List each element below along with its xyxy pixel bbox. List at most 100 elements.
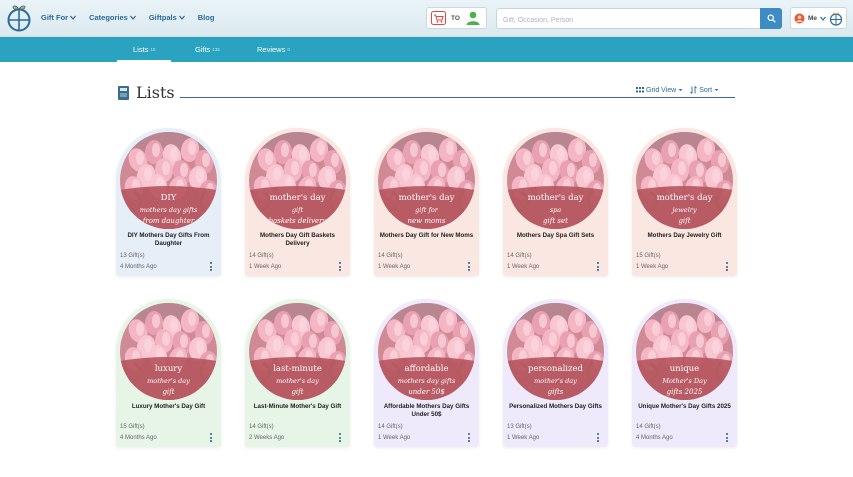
list-card[interactable]: personalized mother's day gifts Personaliz… bbox=[503, 299, 608, 447]
gift-icon bbox=[829, 11, 843, 26]
list-card-title[interactable]: Mothers Day Spa Gift Sets bbox=[507, 232, 604, 240]
list-card[interactable]: affordable mothers day gifts under 50$ Aff… bbox=[374, 299, 479, 447]
tab-reviews-label: Reviews bbox=[257, 45, 286, 54]
profile-tabs: Lists 10 Gifts 135 Reviews 0 bbox=[0, 37, 853, 62]
list-card-title[interactable]: Personalized Mothers Day Gifts bbox=[507, 403, 604, 411]
image-overlay-text: mother's day bbox=[528, 193, 584, 203]
list-card-title[interactable]: Last-Minute Mother's Day Gift bbox=[249, 403, 346, 411]
more-options-icon[interactable] bbox=[468, 262, 471, 271]
list-card-title[interactable]: Luxury Mother's Day Gift bbox=[120, 403, 217, 411]
image-overlay-text: gift bbox=[292, 206, 304, 214]
me-label: Me bbox=[808, 14, 818, 22]
tab-lists-count: 10 bbox=[150, 47, 156, 52]
image-overlay-text: under 50$ bbox=[408, 388, 445, 396]
tab-reviews[interactable]: Reviews 0 bbox=[257, 37, 290, 62]
image-overlay-text: mother's day bbox=[147, 377, 190, 385]
list-card[interactable]: mother's day spa gift set Mothers Day Spa … bbox=[503, 128, 608, 276]
more-options-icon[interactable] bbox=[210, 262, 213, 271]
image-overlay-text: DIY bbox=[161, 193, 177, 203]
more-options-icon[interactable] bbox=[468, 433, 471, 442]
list-card-image: luxury mother's day gift bbox=[120, 303, 217, 400]
more-options-icon[interactable] bbox=[339, 262, 342, 271]
image-overlay-text: gifts bbox=[548, 388, 564, 396]
image-overlay-text: mother's day bbox=[270, 193, 326, 203]
view-controls: Grid View Sort bbox=[636, 86, 719, 94]
nav-categories[interactable]: Categories bbox=[89, 13, 136, 22]
list-card-image: unique Mother's Day gifts 2025 bbox=[636, 303, 733, 400]
image-overlay-text: gift bbox=[162, 388, 174, 396]
more-options-icon[interactable] bbox=[597, 433, 600, 442]
tab-gifts[interactable]: Gifts 135 bbox=[195, 37, 220, 62]
nav-blog[interactable]: Blog bbox=[198, 13, 215, 22]
list-card[interactable]: luxury mother's day gift Luxury Mother's D… bbox=[116, 299, 221, 447]
top-bar: Gift For Categories Giftpals Blog TO Gif… bbox=[0, 0, 853, 37]
list-card-image: mother's day jewelry gift bbox=[636, 132, 733, 229]
search-input[interactable] bbox=[497, 11, 757, 30]
list-card-title[interactable]: DIY Mothers Day Gifts From Daughter bbox=[120, 232, 217, 248]
list-card[interactable]: mother's day gift for new moms Mothers Day… bbox=[374, 128, 479, 276]
list-card-time: 1 Week Ago bbox=[636, 264, 669, 270]
image-overlay-text: gift bbox=[678, 217, 690, 225]
list-card-count: 14 Gift(s) bbox=[249, 424, 274, 430]
nav-blog-label: Blog bbox=[197, 13, 215, 22]
list-card-count: 14 Gift(s) bbox=[378, 424, 403, 430]
logo-icon[interactable] bbox=[6, 3, 32, 33]
list-card-count: 15 Gift(s) bbox=[120, 424, 145, 430]
list-card-time: 2 Weeks Ago bbox=[249, 435, 285, 441]
image-overlay-text: jewelry bbox=[670, 206, 696, 214]
page-title: Lists bbox=[136, 83, 175, 102]
image-overlay-text: mothers day gifts bbox=[398, 377, 456, 385]
list-card-time: 1 Week Ago bbox=[507, 435, 540, 441]
image-overlay-text: mothers day gifts bbox=[140, 206, 198, 214]
tab-gifts-label: Gifts bbox=[195, 45, 211, 54]
chevron-down-icon bbox=[820, 16, 826, 21]
cart-to-button[interactable]: TO bbox=[426, 7, 487, 29]
more-options-icon[interactable] bbox=[726, 262, 729, 271]
list-card-time: 1 Week Ago bbox=[378, 264, 411, 270]
list-card-time: 1 Week Ago bbox=[507, 264, 540, 270]
list-card-title[interactable]: Mothers Day Gift for New Moms bbox=[378, 232, 475, 240]
tab-lists[interactable]: Lists 10 bbox=[116, 37, 173, 62]
search-button[interactable] bbox=[760, 8, 782, 29]
image-overlay-text: spa bbox=[550, 206, 561, 214]
image-overlay-text: mother's day bbox=[534, 377, 577, 385]
list-card[interactable]: last-minute mother's day gift Last-Minute … bbox=[245, 299, 350, 447]
nav-gift-for[interactable]: Gift For bbox=[41, 13, 77, 22]
list-card-image: DIY mothers day gifts from daughter bbox=[120, 132, 217, 229]
list-card-image: personalized mother's day gifts bbox=[507, 303, 604, 400]
list-card-title[interactable]: Unique Mother's Day Gifts 2025 bbox=[636, 403, 733, 411]
account-menu[interactable]: Me bbox=[790, 7, 847, 29]
list-card-count: 14 Gift(s) bbox=[636, 424, 661, 430]
avatar bbox=[794, 13, 805, 23]
list-card[interactable]: unique Mother's Day gifts 2025 Unique Moth… bbox=[632, 299, 737, 447]
list-card-title[interactable]: Affordable Mothers Day Gifts Under 50$ bbox=[378, 403, 475, 419]
nav-categories-label: Categories bbox=[89, 13, 128, 22]
image-overlay-text: mother's day bbox=[276, 377, 319, 385]
main-nav: Gift For Categories Giftpals Blog bbox=[41, 13, 214, 22]
list-card[interactable]: DIY mothers day gifts from daughter DIY Mo… bbox=[116, 128, 221, 276]
image-overlay-text: mother's day bbox=[657, 193, 713, 203]
caret-down-icon bbox=[678, 89, 683, 91]
list-card-count: 15 Gift(s) bbox=[636, 253, 661, 259]
more-options-icon[interactable] bbox=[210, 433, 213, 442]
image-overlay-text: new moms bbox=[408, 217, 446, 225]
image-overlay-text: affordable bbox=[405, 364, 449, 374]
more-options-icon[interactable] bbox=[597, 262, 600, 271]
image-overlay-text: baskets delivery bbox=[269, 217, 328, 225]
image-overlay-text: gift for bbox=[415, 206, 439, 214]
book-icon bbox=[118, 85, 129, 100]
list-card-title[interactable]: Mothers Day Gift Baskets Delivery bbox=[249, 232, 346, 248]
grid-view-toggle[interactable]: Grid View bbox=[636, 87, 683, 94]
heading-divider bbox=[180, 97, 735, 98]
cart-icon bbox=[431, 11, 446, 25]
tab-gifts-count: 135 bbox=[212, 47, 220, 52]
list-card[interactable]: mother's day jewelry gift Mothers Day Jewe… bbox=[632, 128, 737, 276]
list-card-title[interactable]: Mothers Day Jewelry Gift bbox=[636, 232, 733, 240]
sort-dropdown[interactable]: Sort bbox=[690, 86, 719, 94]
image-overlay-text: gift bbox=[291, 388, 303, 396]
more-options-icon[interactable] bbox=[726, 433, 729, 442]
more-options-icon[interactable] bbox=[339, 433, 342, 442]
list-card[interactable]: mother's day gift baskets delivery Mothers… bbox=[245, 128, 350, 276]
list-card-image: affordable mothers day gifts under 50$ bbox=[378, 303, 475, 400]
nav-giftpals[interactable]: Giftpals bbox=[149, 13, 185, 22]
